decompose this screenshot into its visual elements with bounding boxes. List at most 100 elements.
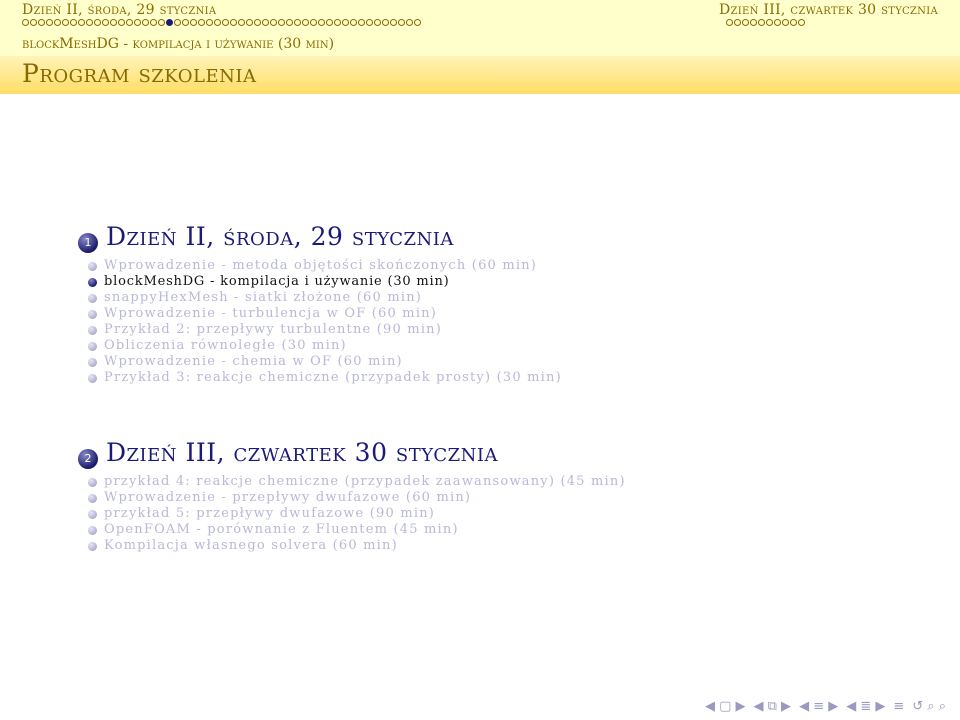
slide-dot-icon[interactable] [334, 19, 341, 26]
beamer-navigation-bar: ◀ ▢ ▶ ◀ ⧉ ▶ ◀ ≡ ▶ ◀ ≣ ▶ ≡ ↺ ⌕ ⌕ [705, 699, 946, 714]
slide-dot-icon[interactable] [214, 19, 221, 26]
slide-dot-icon[interactable] [182, 19, 189, 26]
slide-dot-icon[interactable] [86, 19, 93, 26]
toc-item[interactable]: Wprowadzenie - przepływy dwufazowe (60 m… [78, 490, 958, 506]
toc-section-head[interactable]: 2 Dzień III, czwartek 30 stycznia [78, 438, 958, 474]
slide-dot-icon[interactable] [366, 19, 373, 26]
frame-title: Program szkolenia [22, 59, 257, 88]
slide-dot-icon[interactable] [118, 19, 125, 26]
section-number-ball: 1 [78, 233, 98, 253]
nav-subsection-icon[interactable]: ◀ ⧉ ▶ [754, 699, 792, 714]
slide-dot-icon[interactable] [798, 19, 805, 26]
slide-dot-icon[interactable] [254, 19, 261, 26]
slide-dot-icon[interactable] [262, 19, 269, 26]
toc-item-label: snappyHexMesh - siatki złożone (60 min) [104, 290, 423, 305]
section-title[interactable]: Dzień III, czwartek 30 stycznia [106, 438, 498, 467]
header-section-right[interactable]: Dzień III, czwartek 30 stycznia [719, 2, 938, 18]
slide-dot-icon[interactable] [78, 19, 85, 26]
toc-section-head[interactable]: 1 Dzień II, środa, 29 stycznia [78, 222, 958, 258]
slide-dot-icon[interactable] [94, 19, 101, 26]
slide-dot-icon[interactable] [70, 19, 77, 26]
slide-dot-icon[interactable] [54, 19, 61, 26]
slide-dot-icon[interactable] [238, 19, 245, 26]
slide-dot-icon[interactable] [22, 19, 29, 26]
toc-item[interactable]: Obliczenia równoległe (30 min) [78, 338, 958, 354]
slide-dot-icon[interactable] [374, 19, 381, 26]
slide-dot-icon[interactable] [190, 19, 197, 26]
slide-dot-icon[interactable] [38, 19, 45, 26]
subsection-title[interactable]: blockMeshDG - kompilacja i używanie (30 … [22, 36, 334, 52]
slide-dot-icon[interactable] [126, 19, 133, 26]
slide-dot-icon[interactable] [310, 19, 317, 26]
slide-dots-left[interactable] [22, 19, 422, 29]
toc-item[interactable]: Wprowadzenie - turbulencja w OF (60 min) [78, 306, 958, 322]
slide-dot-icon[interactable] [278, 19, 285, 26]
toc-item-label: przykład 4: reakcje chemiczne (przypadek… [104, 474, 626, 489]
slide-dot-icon[interactable] [46, 19, 53, 26]
section-title[interactable]: Dzień II, środa, 29 stycznia [106, 222, 454, 251]
slide-dot-icon[interactable] [110, 19, 117, 26]
slide-dot-icon[interactable] [158, 19, 165, 26]
toc-item-current[interactable]: blockMeshDG - kompilacja i używanie (30 … [78, 274, 958, 290]
slide-dot-icon[interactable] [102, 19, 109, 26]
slide-dot-icon[interactable] [318, 19, 325, 26]
section-number-ball: 2 [78, 449, 98, 469]
toc-item[interactable]: przykład 4: reakcje chemiczne (przypadek… [78, 474, 958, 490]
bullet-ball-icon [88, 310, 97, 319]
toc-item[interactable]: Wprowadzenie - metoda objętości skończon… [78, 258, 958, 274]
slide-dot-icon[interactable] [750, 19, 757, 26]
toc-item-label: Obliczenia równoległe (30 min) [104, 338, 347, 353]
slide-dot-icon[interactable] [390, 19, 397, 26]
toc-item-label: Wprowadzenie - przepływy dwufazowe (60 m… [104, 490, 472, 505]
slide-dot-icon[interactable] [222, 19, 229, 26]
toc-item[interactable]: Przykład 2: przepływy turbulentne (90 mi… [78, 322, 958, 338]
slide-dot-icon[interactable] [30, 19, 37, 26]
header-section-left[interactable]: Dzień II, środa, 29 stycznia [22, 2, 216, 18]
slide-dot-icon[interactable] [406, 19, 413, 26]
slide-dot-icon[interactable] [174, 19, 181, 26]
slide-dot-icon[interactable] [142, 19, 149, 26]
slide-dot-icon[interactable] [382, 19, 389, 26]
slide-dot-icon[interactable] [758, 19, 765, 26]
toc-item[interactable]: przykład 5: przepływy dwufazowe (90 min) [78, 506, 958, 522]
slide-dot-icon[interactable] [166, 19, 173, 26]
toc-item[interactable]: Wprowadzenie - chemia w OF (60 min) [78, 354, 958, 370]
slide-dot-icon[interactable] [150, 19, 157, 26]
slide-dot-icon[interactable] [246, 19, 253, 26]
slide-dot-icon[interactable] [726, 19, 733, 26]
slide-dot-icon[interactable] [206, 19, 213, 26]
slide-dot-icon[interactable] [766, 19, 773, 26]
slide-dot-icon[interactable] [62, 19, 69, 26]
toc-item-label: Wprowadzenie - turbulencja w OF (60 min) [104, 306, 438, 321]
slide-dot-icon[interactable] [294, 19, 301, 26]
nav-search-icon[interactable]: ↺ ⌕ ⌕ [912, 699, 946, 714]
slide-dot-icon[interactable] [742, 19, 749, 26]
slide-dot-icon[interactable] [414, 19, 421, 26]
bullet-ball-icon [88, 526, 97, 535]
slide-dot-icon[interactable] [270, 19, 277, 26]
slide-dot-icon[interactable] [198, 19, 205, 26]
toc-item[interactable]: Przykład 3: reakcje chemiczne (przypadek… [78, 370, 958, 386]
slide-dot-icon[interactable] [398, 19, 405, 26]
toc-item[interactable]: Kompilacja własnego solvera (60 min) [78, 538, 958, 554]
slide-dot-icon[interactable] [358, 19, 365, 26]
toc-item[interactable]: snappyHexMesh - siatki złożone (60 min) [78, 290, 958, 306]
toc-item[interactable]: OpenFOAM - porównanie z Fluentem (45 min… [78, 522, 958, 538]
slide-dot-icon[interactable] [230, 19, 237, 26]
nav-frame-icon[interactable]: ◀ ▢ ▶ [705, 699, 746, 714]
toc-section-1: 1 Dzień II, środa, 29 stycznia Wprowadze… [78, 222, 958, 386]
slide-dots-right[interactable] [726, 19, 806, 29]
nav-document-icon[interactable]: ◀ ≣ ▶ [846, 699, 885, 714]
nav-appendix-icon[interactable]: ≡ [893, 699, 904, 714]
slide-dot-icon[interactable] [350, 19, 357, 26]
slide-dot-icon[interactable] [302, 19, 309, 26]
slide-dot-icon[interactable] [734, 19, 741, 26]
slide-dot-icon[interactable] [286, 19, 293, 26]
slide-dot-icon[interactable] [782, 19, 789, 26]
slide-dot-icon[interactable] [774, 19, 781, 26]
slide-dot-icon[interactable] [790, 19, 797, 26]
slide-dot-icon[interactable] [134, 19, 141, 26]
slide-dot-icon[interactable] [342, 19, 349, 26]
slide-dot-icon[interactable] [326, 19, 333, 26]
nav-section-icon[interactable]: ◀ ≡ ▶ [799, 699, 838, 714]
